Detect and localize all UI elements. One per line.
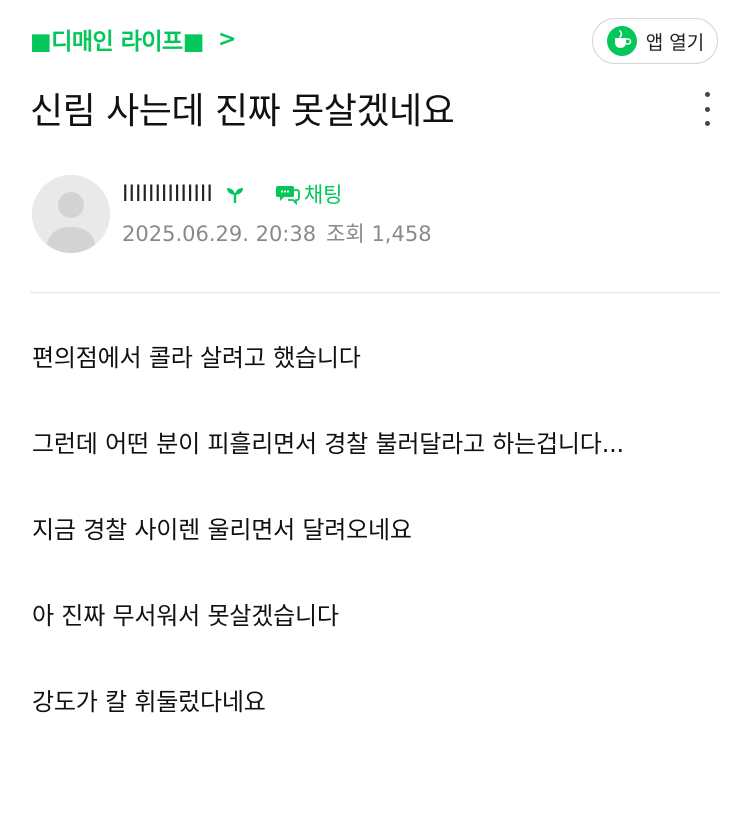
open-app-label: 앱 열기 (645, 31, 705, 54)
sprout-icon (225, 184, 245, 204)
open-app-button[interactable]: 앱 열기 (592, 18, 718, 64)
post-title: 신림 사는데 진짜 못살겠네요 (30, 91, 455, 132)
avatar[interactable] (32, 175, 110, 253)
more-options-icon[interactable] (698, 92, 716, 126)
author-nickname[interactable]: IIIIIIIIIIIIII (122, 182, 213, 207)
post-meta: 2025.06.29. 20:38 조회 1,458 (122, 218, 432, 248)
body-paragraph: 아 진짜 무서워서 못살겠습니다 (32, 602, 339, 630)
board-link[interactable]: ■디매인 라이프■ > (30, 22, 236, 56)
body-paragraph: 편의점에서 콜라 살려고 했습니다 (32, 344, 361, 372)
body-paragraph: 강도가 칼 휘둘렀다네요 (32, 688, 266, 716)
post-page: ■디매인 라이프■ > 앱 열기 신림 사는데 진짜 못살겠네요 IIIIIII… (0, 0, 750, 830)
views-count: 1,458 (371, 222, 432, 246)
chevron-right-icon: > (217, 26, 236, 52)
views-label: 조회 (326, 222, 365, 246)
post-date: 2025.06.29. 20:38 (122, 222, 317, 246)
chat-bubble-icon (275, 183, 301, 205)
cup-icon (606, 25, 638, 57)
chat-button[interactable]: 채팅 (275, 179, 343, 209)
body-paragraph: 그런데 어떤 분이 피흘리면서 경찰 불러달라고 하는겁니다... (32, 430, 624, 458)
post-body: 편의점에서 콜라 살려고 했습니다 그런데 어떤 분이 피흘리면서 경찰 불러달… (32, 338, 722, 768)
body-paragraph: 지금 경찰 사이렌 울리면서 달려오네요 (32, 516, 412, 544)
author-row: IIIIIIIIIIIIII 채팅 (122, 179, 342, 209)
divider (30, 292, 720, 293)
chat-label: 채팅 (303, 183, 343, 207)
board-name: ■디매인 라이프■ (30, 29, 204, 55)
